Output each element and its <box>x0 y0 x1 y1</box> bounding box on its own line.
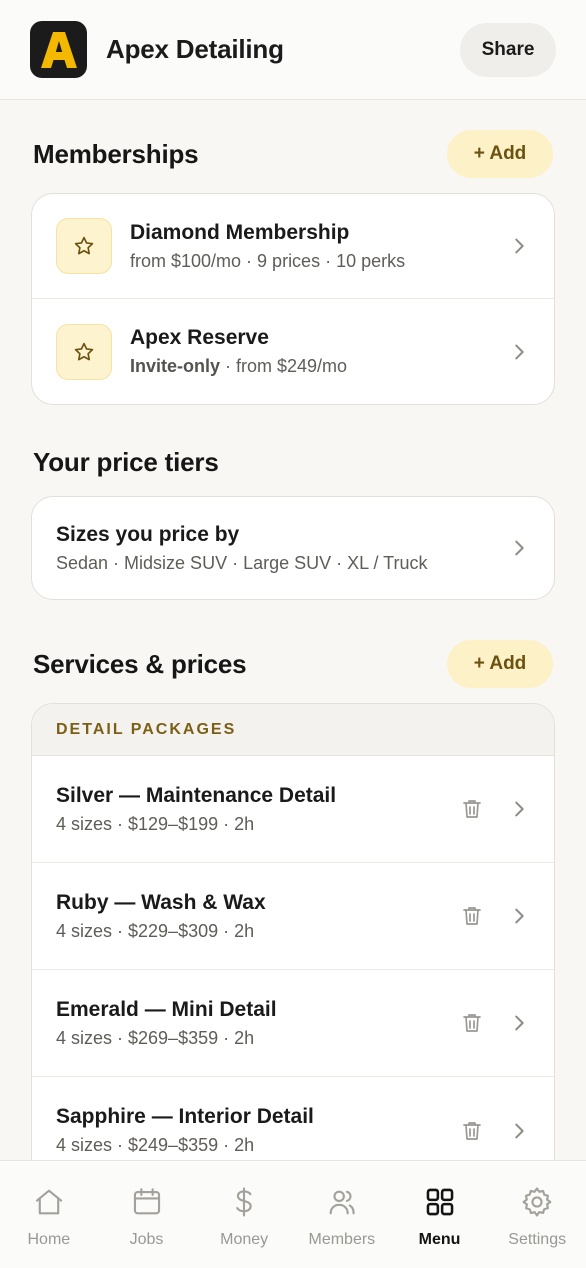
app-title: Apex Detailing <box>106 34 284 64</box>
tab-money[interactable]: Money <box>195 1161 293 1268</box>
chevron-right-icon <box>515 801 524 817</box>
sizes-list: Sedan · Midsize SUV · Large SUV · XL / T… <box>56 552 428 573</box>
service-name: Sapphire — Interior Detail <box>56 1105 314 1128</box>
service-meta: 4 sizes · $129–$199 · 2h <box>56 813 255 834</box>
trash-icon[interactable] <box>460 797 484 821</box>
service-meta: 4 sizes · $269–$359 · 2h <box>56 1027 255 1048</box>
star-icon <box>56 323 112 380</box>
membership-meta: Invite-only · from $249/mo <box>130 356 508 377</box>
services-header: Services & prices + Add <box>33 640 553 688</box>
tab-label: Money <box>220 1231 269 1248</box>
services-card: DETAIL PACKAGES Silver — Maintenance Det… <box>31 703 555 1160</box>
trash-icon[interactable] <box>460 904 484 928</box>
service-row[interactable]: Emerald — Mini Detail 4 sizes · $269–$35… <box>32 970 554 1077</box>
main-content[interactable]: Memberships + Add Diamond Membership fro… <box>0 100 586 1160</box>
price-tiers-header: Your price tiers <box>33 442 553 482</box>
service-name: Emerald — Mini Detail <box>56 997 277 1021</box>
membership-price: · from $249/mo <box>220 356 348 376</box>
category-header: DETAIL PACKAGES <box>32 704 554 756</box>
chevron-right-icon <box>515 1015 524 1031</box>
chevron-right-icon <box>515 344 524 359</box>
service-row[interactable]: Ruby — Wash & Wax 4 sizes · $229–$309 · … <box>32 863 554 970</box>
membership-name: Diamond Membership <box>130 220 350 244</box>
memberships-title: Memberships <box>33 138 199 169</box>
chevron-right-icon <box>515 1123 524 1138</box>
tab-label: Jobs <box>129 1231 164 1248</box>
tab-label: Members <box>308 1231 376 1248</box>
chevron-right-icon <box>515 540 524 556</box>
membership-name: Apex Reserve <box>130 326 269 349</box>
tab-home[interactable]: Home <box>0 1161 98 1268</box>
star-icon <box>56 218 112 274</box>
add-membership-button[interactable]: + Add <box>447 130 553 178</box>
price-tiers-title: Your price tiers <box>33 446 219 477</box>
tab-label: Settings <box>508 1231 567 1248</box>
calendar-icon <box>133 1188 160 1215</box>
service-row[interactable]: Silver — Maintenance Detail 4 sizes · $1… <box>32 756 554 863</box>
add-service-button[interactable]: + Add <box>447 640 553 688</box>
grid-icon <box>426 1188 453 1216</box>
memberships-header: Memberships + Add <box>33 130 553 178</box>
service-name: Ruby — Wash & Wax <box>56 890 266 914</box>
tab-label: Home <box>27 1231 71 1248</box>
tab-menu[interactable]: Menu <box>391 1161 489 1268</box>
gear-icon <box>522 1187 552 1217</box>
members-icon <box>329 1190 355 1215</box>
share-button[interactable]: Share <box>460 22 556 77</box>
trash-icon[interactable] <box>460 1011 484 1035</box>
tab-jobs[interactable]: Jobs <box>98 1161 196 1268</box>
invite-only-label: Invite-only <box>130 356 221 376</box>
memberships-card: Diamond Membership from $100/mo · 9 pric… <box>31 193 555 405</box>
chevron-right-icon <box>515 908 524 924</box>
dollar-icon <box>236 1187 252 1217</box>
app-logo <box>30 21 87 78</box>
logo-a-icon <box>40 31 77 68</box>
tab-members[interactable]: Members <box>293 1161 391 1268</box>
home-icon <box>35 1189 62 1215</box>
services-title: Services & prices <box>33 648 247 679</box>
app-header: Apex Detailing Share <box>0 0 586 100</box>
bottom-tab-bar: Home Jobs Money Members Menu Settings <box>0 1160 586 1268</box>
service-meta: 4 sizes · $229–$309 · 2h <box>56 920 255 941</box>
sizes-row[interactable]: Sizes you price by Sedan · Midsize SUV ·… <box>32 497 554 599</box>
membership-row-apex-reserve[interactable]: Apex Reserve Invite-only · from $249/mo <box>32 299 554 404</box>
service-name: Silver — Maintenance Detail <box>56 783 337 807</box>
membership-meta: from $100/mo · 9 prices · 10 perks <box>130 250 406 271</box>
service-meta: 4 sizes · $249–$359 · 2h <box>56 1135 255 1155</box>
tab-settings[interactable]: Settings <box>488 1161 586 1268</box>
price-tiers-card: Sizes you price by Sedan · Midsize SUV ·… <box>31 496 555 600</box>
trash-icon[interactable] <box>460 1119 484 1143</box>
membership-row-diamond[interactable]: Diamond Membership from $100/mo · 9 pric… <box>32 194 554 299</box>
sizes-title: Sizes you price by <box>56 522 240 546</box>
chevron-right-icon <box>515 238 524 254</box>
service-row[interactable]: Sapphire — Interior Detail 4 sizes · $24… <box>32 1077 554 1160</box>
tab-label: Menu <box>418 1231 461 1248</box>
